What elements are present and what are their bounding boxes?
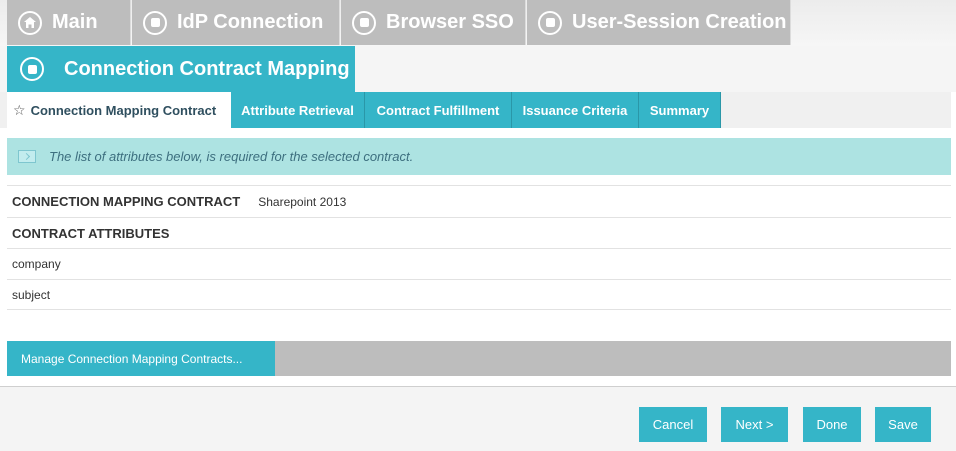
home-icon <box>18 10 42 35</box>
contract-label: CONNECTION MAPPING CONTRACT <box>12 194 241 209</box>
tab-main[interactable]: Main <box>7 0 131 45</box>
subtab-label: Attribute Retrieval <box>241 102 354 118</box>
tab-idp-connection[interactable]: IdP Connection <box>132 0 340 45</box>
next-button[interactable]: Next > <box>721 407 788 442</box>
manage-connection-mapping-contracts-button[interactable]: Manage Connection Mapping Contracts... <box>7 341 275 376</box>
tab-idp-connection-label: IdP Connection <box>177 11 324 33</box>
tab-connection-contract-mapping[interactable]: Connection Contract Mapping <box>7 46 355 92</box>
attribute-name: subject <box>12 287 51 302</box>
tab-browser-sso-label: Browser SSO <box>386 11 514 33</box>
star-icon: ☆ <box>13 101 26 118</box>
tab-browser-sso[interactable]: Browser SSO <box>341 0 526 45</box>
subtab-connection-mapping-contract[interactable]: ☆ Connection Mapping Contract <box>7 92 231 128</box>
subtab-contract-fulfillment[interactable]: Contract Fulfillment <box>365 92 512 128</box>
list-item: subject <box>7 279 951 310</box>
circle-square-icon <box>20 57 44 81</box>
list-item: company <box>7 248 951 279</box>
tab-user-session-creation[interactable]: User-Session Creation <box>527 0 791 45</box>
info-arrow-icon <box>18 150 36 163</box>
current-tab-label: Connection Contract Mapping <box>64 57 350 80</box>
cancel-button[interactable]: Cancel <box>639 407 707 442</box>
circle-square-icon <box>538 10 562 35</box>
subtab-attribute-retrieval[interactable]: Attribute Retrieval <box>231 92 365 128</box>
subtab-summary[interactable]: Summary <box>639 92 721 128</box>
tab-main-label: Main <box>52 11 98 33</box>
wizard-tabs-bar: Main IdP Connection Browser SSO User-Ses… <box>0 0 956 46</box>
subtab-label: Summary <box>649 102 710 118</box>
attribute-name: company <box>12 257 61 271</box>
contract-value: Sharepoint 2013 <box>258 194 347 209</box>
subtab-label: Contract Fulfillment <box>376 102 500 118</box>
save-button[interactable]: Save <box>875 407 931 442</box>
subtab-label: Issuance Criteria <box>522 102 628 118</box>
attributes-header-row: CONTRACT ATTRIBUTES <box>7 217 951 248</box>
subtab-label: Connection Mapping Contract <box>30 102 217 118</box>
done-button[interactable]: Done <box>803 407 861 442</box>
info-banner-text: The list of attributes below, is require… <box>49 149 414 164</box>
circle-square-icon <box>352 10 376 35</box>
tab-user-session-creation-label: User-Session Creation <box>572 11 787 33</box>
contract-row: CONNECTION MAPPING CONTRACT Sharepoint 2… <box>7 185 951 217</box>
info-banner: The list of attributes below, is require… <box>7 138 951 175</box>
circle-square-icon <box>143 10 167 35</box>
attributes-header: CONTRACT ATTRIBUTES <box>12 225 170 241</box>
subtab-issuance-criteria[interactable]: Issuance Criteria <box>512 92 639 128</box>
